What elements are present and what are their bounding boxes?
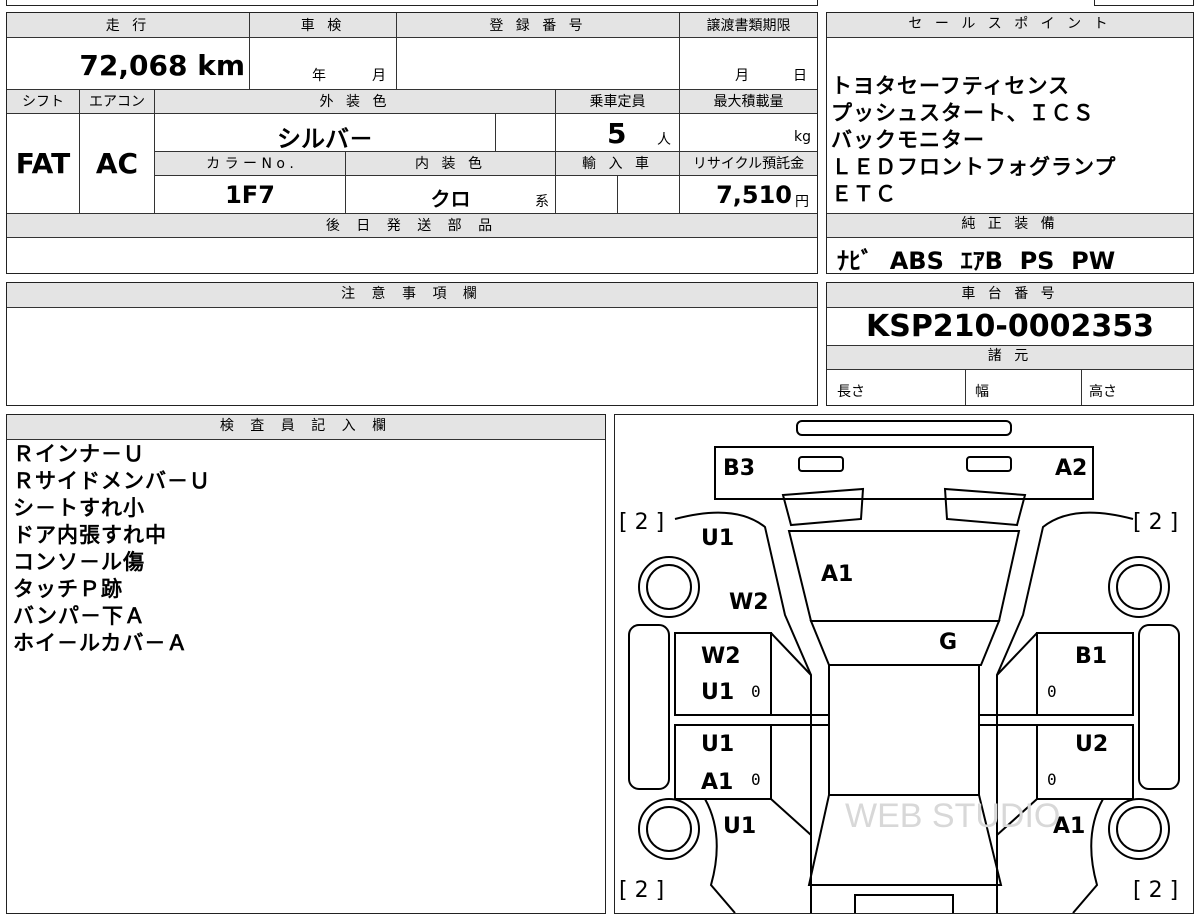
capacity-unit: 人 bbox=[657, 132, 671, 148]
inspector-note: タッチＰ跡 bbox=[13, 577, 123, 601]
specs-header: 諸 元 bbox=[827, 345, 1193, 369]
exterior-color-header: 外 装 色 bbox=[319, 94, 391, 110]
damage-left-rear-door-u: U1 bbox=[701, 680, 734, 705]
top-fragment bbox=[6, 0, 818, 6]
color-no-value: 1F7 bbox=[225, 181, 275, 209]
notes-panel: 注 意 事 項 欄 bbox=[6, 282, 818, 406]
sales-point-line: バックモニター bbox=[831, 128, 985, 152]
deadline-day: 日 bbox=[793, 68, 807, 84]
inspector-note: コンソ－ル傷 bbox=[13, 550, 145, 574]
inspector-note: シ－トすれ小 bbox=[13, 496, 145, 520]
sales-point-line: ＬＥＤフロントフォグランプ bbox=[831, 155, 1117, 179]
chassis-panel: 車 台 番 号 KSP210-0002353 諸 元 長さ 幅 高さ bbox=[826, 282, 1194, 406]
damage-left-rear-door-w: W2 bbox=[701, 644, 741, 669]
aircon-header: エアコン bbox=[89, 94, 145, 110]
inspector-header: 検 査 員 記 入 欄 bbox=[7, 415, 605, 439]
watermark: WEB STUDIO bbox=[845, 797, 1060, 835]
inspector-note: Ｒインナ－Ｕ bbox=[13, 442, 145, 466]
max-load-header: 最大積載量 bbox=[713, 94, 784, 110]
later-parts-header: 後 日 発 送 部 品 bbox=[325, 218, 499, 234]
transfer-deadline-header: 譲渡書類期限 bbox=[706, 18, 791, 34]
interior-color-value: クロ bbox=[430, 187, 471, 211]
damage-rear-right: A2 bbox=[1055, 456, 1087, 481]
shift-value: FAT bbox=[15, 147, 71, 180]
inspector-notes-list: Ｒインナ－Ｕ Ｒサイドメンバ－Ｕ シ－トすれ小 ドア内張すれ中 コンソ－ル傷 タ… bbox=[13, 441, 211, 657]
interior-color-header: 内 装 色 bbox=[415, 156, 486, 172]
car-diagram-panel: [ 2 ] [ 2 ] [ 2 ] [ 2 ] B3 A2 A1 U1 W2 G… bbox=[614, 414, 1194, 914]
sales-point-line: トヨタセーフティセンス bbox=[831, 74, 1071, 98]
spec-length: 長さ bbox=[837, 384, 865, 400]
damage-left-front-door-u: U1 bbox=[701, 732, 734, 757]
spec-width: 幅 bbox=[975, 384, 989, 400]
door-zero-mark: 0 bbox=[751, 682, 761, 701]
genuine-equipment-header: 純 正 装 備 bbox=[827, 213, 1193, 237]
max-load-unit: kg bbox=[794, 129, 811, 145]
inspector-note: Ｒサイドメンバ－Ｕ bbox=[13, 469, 211, 493]
chassis-header: 車 台 番 号 bbox=[827, 283, 1193, 307]
tire-marker-front-right: [ 2 ] bbox=[1133, 878, 1178, 903]
inspection-month: 月 bbox=[372, 68, 386, 84]
inspection-year: 年 bbox=[312, 68, 326, 84]
sales-point-line: プッシュスタート、ＩＣＳ bbox=[831, 101, 1095, 125]
inspector-note: ホイ－ルカバ－Ａ bbox=[13, 631, 189, 655]
door-zero-mark: 0 bbox=[751, 770, 761, 789]
damage-left-quarter-w: W2 bbox=[729, 590, 769, 615]
interior-color-suffix: 系 bbox=[535, 194, 549, 210]
aircon-value: AC bbox=[95, 147, 139, 180]
mileage-header: 走 行 bbox=[105, 18, 151, 34]
genuine-equipment-value: ﾅﾋﾞ ABS ｴｱB PS PW bbox=[837, 247, 1116, 275]
shift-header: シフト bbox=[22, 94, 64, 110]
color-no-header: カ ラ ー N o . bbox=[206, 156, 294, 172]
notes-header: 注 意 事 項 欄 bbox=[7, 283, 817, 307]
sales-points-list: トヨタセーフティセンス プッシュスタート、ＩＣＳ バックモニター ＬＥＤフロント… bbox=[831, 73, 1116, 208]
recycle-fee-value: 7,510 bbox=[716, 181, 792, 209]
exterior-color-value: シルバ－ bbox=[277, 125, 373, 153]
damage-roof: G bbox=[939, 630, 957, 655]
mileage-value: 72,068 km bbox=[79, 49, 245, 82]
capacity-value: 5 bbox=[607, 117, 627, 150]
door-zero-mark: 0 bbox=[1047, 682, 1057, 701]
inspector-note: ドア内張すれ中 bbox=[13, 523, 167, 547]
sales-points-panel: セ ー ル ス ポ イ ン ト トヨタセーフティセンス プッシュスタート、ＩＣＳ… bbox=[826, 12, 1194, 275]
recycle-header: リサイクル預託金 bbox=[692, 156, 805, 172]
sales-point-line: ＥＴＣ bbox=[831, 182, 897, 206]
deadline-month: 月 bbox=[735, 68, 749, 84]
sales-points-header: セ ー ル ス ポ イ ン ト bbox=[827, 13, 1193, 37]
import-header: 輸 入 車 bbox=[582, 156, 653, 172]
inspector-note: バンパ－下Ａ bbox=[13, 604, 147, 628]
tire-marker-rear-right: [ 2 ] bbox=[1133, 510, 1178, 535]
damage-rear-glass: A1 bbox=[821, 562, 853, 587]
damage-right-front-door: U2 bbox=[1075, 732, 1108, 757]
door-zero-mark: 0 bbox=[1047, 770, 1057, 789]
damage-right-rear-door: B1 bbox=[1075, 644, 1107, 669]
tire-marker-rear-left: [ 2 ] bbox=[619, 510, 664, 535]
registration-header: 登 録 番 号 bbox=[489, 18, 587, 34]
chassis-number: KSP210-0002353 bbox=[865, 309, 1155, 344]
damage-left-front-door-a: A1 bbox=[701, 770, 733, 795]
car-diagram: [ 2 ] [ 2 ] [ 2 ] [ 2 ] B3 A2 A1 U1 W2 G… bbox=[619, 420, 1180, 913]
vehicle-info-table: 走 行 車 検 登 録 番 号 譲渡書類期限 72,068 km 年 月 月 日… bbox=[6, 12, 818, 274]
damage-left-front-fender: U1 bbox=[723, 814, 756, 839]
capacity-header: 乗車定員 bbox=[589, 94, 646, 110]
damage-rear-left: B3 bbox=[723, 456, 755, 481]
recycle-unit: 円 bbox=[795, 194, 809, 210]
inspection-header: 車 検 bbox=[300, 18, 346, 34]
top-right-fragment bbox=[1094, 0, 1194, 6]
spec-height: 高さ bbox=[1089, 384, 1117, 400]
inspector-panel: 検 査 員 記 入 欄 Ｒインナ－Ｕ Ｒサイドメンバ－Ｕ シ－トすれ小 ドア内張… bbox=[6, 414, 606, 914]
damage-left-quarter-u: U1 bbox=[701, 526, 734, 551]
tire-marker-front-left: [ 2 ] bbox=[619, 878, 664, 903]
